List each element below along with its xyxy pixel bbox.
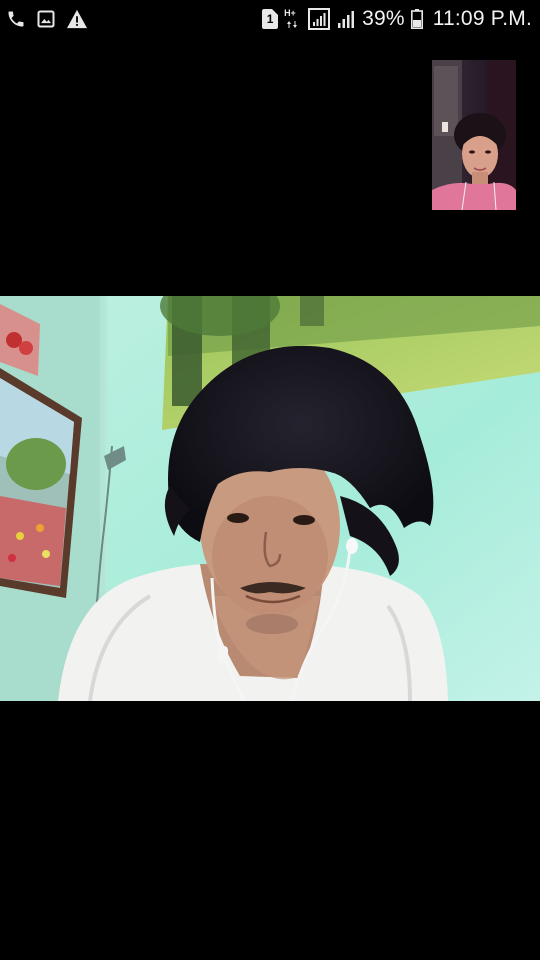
status-right-indicators: 1 H+ 39% 11:09 P.M. <box>262 6 532 32</box>
self-camera-preview[interactable] <box>432 60 516 210</box>
signal-sim2-icon <box>336 9 356 29</box>
status-left-icons <box>6 9 88 29</box>
self-preview-image <box>432 60 516 210</box>
clock: 11:09 P.M. <box>432 7 532 30</box>
signal-sim1-icon <box>308 8 331 30</box>
remote-video-image <box>0 296 540 701</box>
warning-icon <box>66 9 88 29</box>
remote-video-feed[interactable] <box>0 296 540 701</box>
sim-badge-number: 1 <box>266 12 274 26</box>
network-type-icon: H+ <box>284 8 302 30</box>
image-icon <box>36 9 56 29</box>
battery-icon <box>410 9 423 29</box>
status-bar: 1 H+ 39% 11:09 P.M. <box>0 0 540 38</box>
battery-percent: 39% <box>362 7 405 30</box>
phone-icon <box>6 9 26 29</box>
sim-card-icon: 1 <box>262 9 279 29</box>
